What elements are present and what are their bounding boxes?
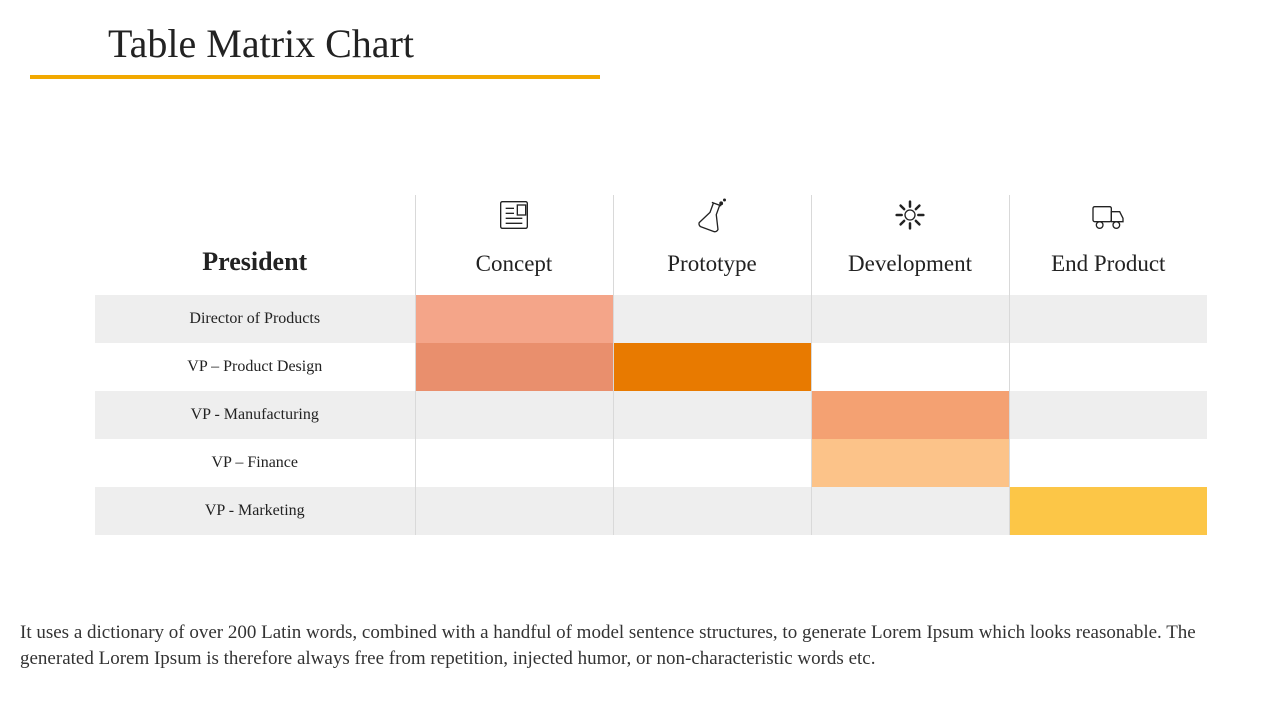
row-label: VP - Manufacturing — [95, 391, 415, 439]
cell — [415, 439, 613, 487]
table-row: VP - Manufacturing — [95, 391, 1207, 439]
cell — [1009, 487, 1207, 535]
row-header-title: President — [95, 195, 415, 295]
table-row: VP – Product Design — [95, 343, 1207, 391]
cell — [811, 487, 1009, 535]
cell — [1009, 343, 1207, 391]
cell — [811, 343, 1009, 391]
cell — [1009, 439, 1207, 487]
cell — [415, 295, 613, 343]
cell — [613, 487, 811, 535]
cell — [1009, 391, 1207, 439]
cell — [811, 439, 1009, 487]
col-header-development: Development — [811, 195, 1009, 295]
truck-icon — [1088, 195, 1128, 241]
caption-text: It uses a dictionary of over 200 Latin w… — [20, 620, 1260, 671]
cell — [811, 391, 1009, 439]
gear-icon — [890, 195, 930, 241]
row-label: VP – Product Design — [95, 343, 415, 391]
col-label: End Product — [1051, 251, 1165, 277]
col-header-end-product: End Product — [1009, 195, 1207, 295]
cell — [613, 391, 811, 439]
flask-icon — [692, 195, 732, 241]
table-row: Director of Products — [95, 295, 1207, 343]
row-label: VP – Finance — [95, 439, 415, 487]
col-label: Concept — [476, 251, 553, 277]
cell — [415, 391, 613, 439]
cell — [811, 295, 1009, 343]
row-label: VP - Marketing — [95, 487, 415, 535]
matrix-table: President Concept Prototype — [95, 195, 1207, 535]
col-header-concept: Concept — [415, 195, 613, 295]
table-row: VP – Finance — [95, 439, 1207, 487]
col-label: Prototype — [667, 251, 756, 277]
cell — [613, 439, 811, 487]
row-label: Director of Products — [95, 295, 415, 343]
cell — [1009, 295, 1207, 343]
col-label: Development — [848, 251, 972, 277]
col-header-prototype: Prototype — [613, 195, 811, 295]
title-underline — [30, 75, 600, 79]
cell — [415, 487, 613, 535]
cell — [613, 343, 811, 391]
cell — [415, 343, 613, 391]
newspaper-icon — [494, 195, 534, 241]
cell — [613, 295, 811, 343]
page-title: Table Matrix Chart — [30, 20, 600, 75]
table-row: VP - Marketing — [95, 487, 1207, 535]
title-block: Table Matrix Chart — [30, 20, 600, 79]
